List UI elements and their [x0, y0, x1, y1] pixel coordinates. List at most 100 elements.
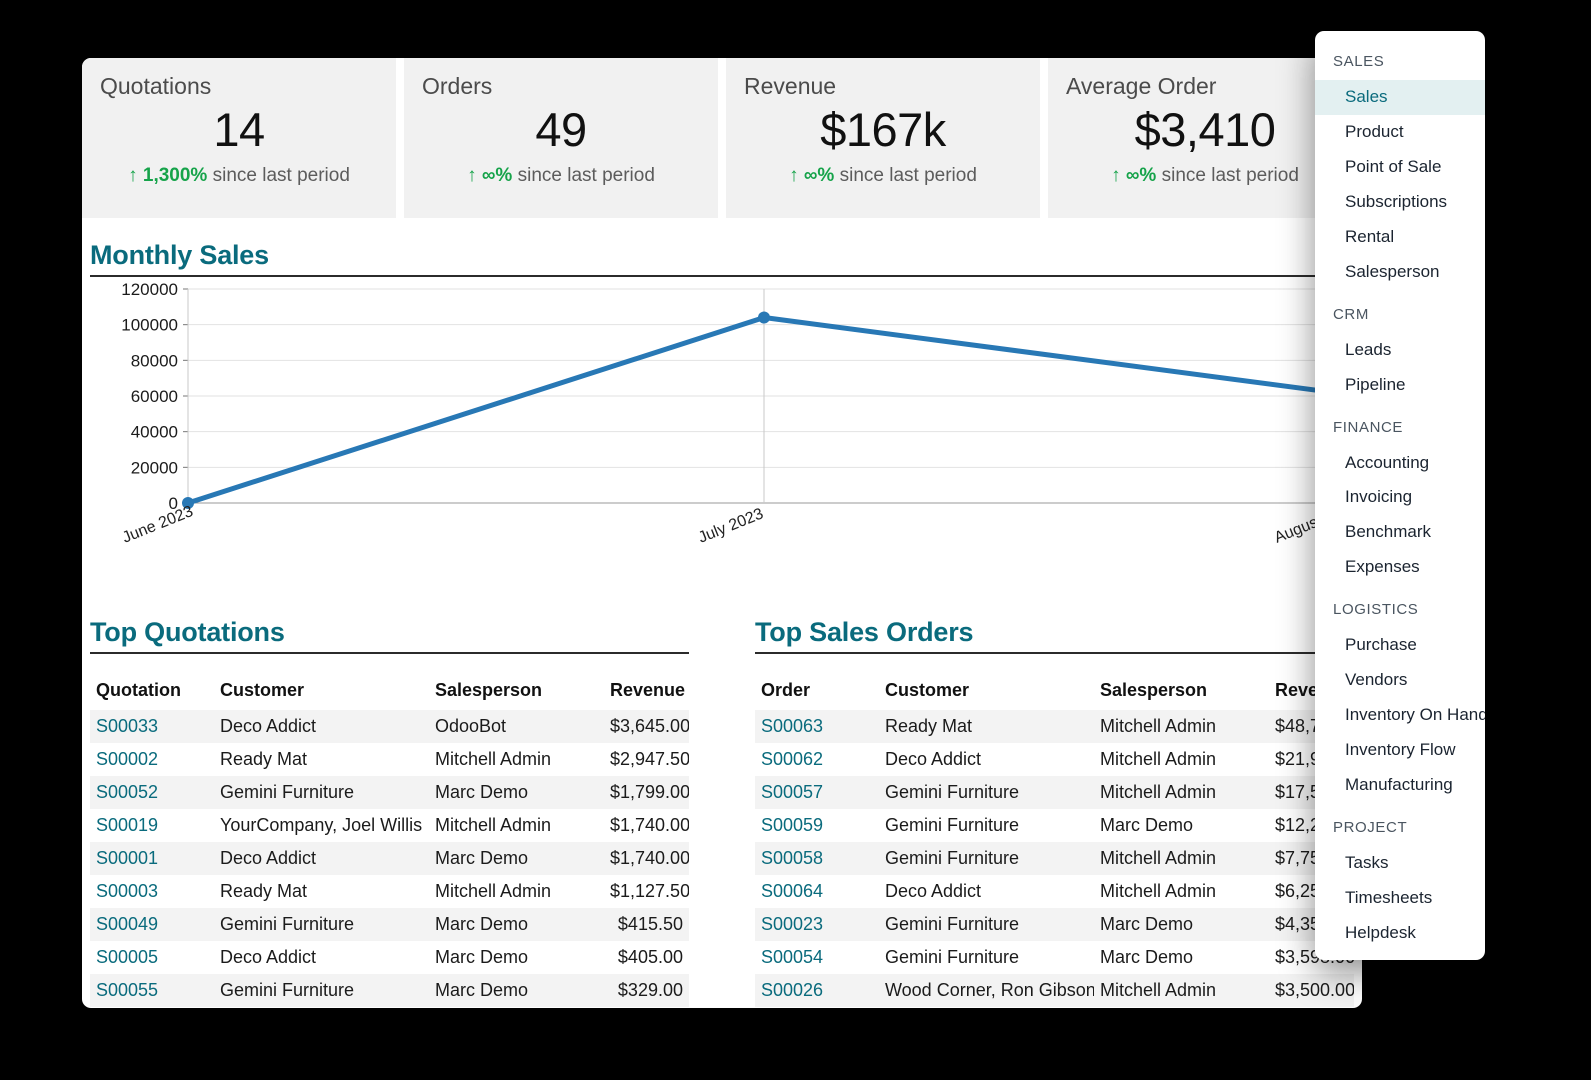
table-row[interactable]: S00063Ready MatMitchell Admin$48,700.00	[755, 710, 1354, 743]
table-cell: Ready Mat	[220, 749, 308, 769]
table-cell: $2,947.50	[1269, 1007, 1354, 1008]
table-cell: Mitchell Admin	[435, 881, 552, 901]
record-link[interactable]: S00055	[90, 974, 214, 1007]
record-link[interactable]: S00058	[755, 842, 879, 875]
kpi-value: $3,410	[1134, 103, 1276, 157]
table-row[interactable]: S00049 Gemini Furniture Marc Demo $415.50	[90, 908, 689, 941]
kpi-delta-percent: 1,300%	[142, 165, 208, 187]
nav-item-point-of-sale[interactable]: Point of Sale	[1315, 150, 1485, 185]
nav-item-invoicing[interactable]: Invoicing	[1315, 480, 1485, 515]
table-row[interactable]: S00020YourCompany, Joel WillisMitchell A…	[755, 1007, 1354, 1008]
dashboard-content: Quotations 14 ↑ 1,300% since last period Or…	[82, 58, 1362, 1008]
column-header: Revenue	[610, 680, 686, 700]
record-link[interactable]: S00003	[90, 875, 214, 908]
chart-y-tick-label: 120000	[121, 280, 178, 299]
kpi-card-orders[interactable]: Orders 49 ↑ ∞% since last period	[404, 58, 718, 218]
nav-item-leads[interactable]: Leads	[1315, 333, 1485, 368]
record-link[interactable]: S00063	[755, 710, 879, 743]
monthly-sales-chart[interactable]: 0 20000 40000 60000 80000 100000 120000	[90, 277, 1354, 527]
nav-item-tasks[interactable]: Tasks	[1315, 846, 1485, 881]
kpi-title: Orders	[422, 73, 493, 99]
nav-item-purchase[interactable]: Purchase	[1315, 628, 1485, 663]
record-link[interactable]: S00005	[90, 941, 214, 974]
table-cell: Deco Addict	[220, 848, 317, 868]
table-row[interactable]: S00058Gemini FurnitureMitchell Admin$7,7…	[755, 842, 1354, 875]
table-cell: $1,740.00	[610, 815, 689, 835]
nav-item-manufacturing[interactable]: Manufacturing	[1315, 768, 1485, 803]
record-link[interactable]: S00026	[755, 974, 879, 1007]
record-link[interactable]: S00056	[90, 1007, 214, 1008]
table-row[interactable]: S00064Deco AddictMitchell Admin$6,250.00	[755, 875, 1354, 908]
nav-item-rental[interactable]: Rental	[1315, 220, 1485, 255]
table-header-row: Quotation Customer Salesperson Revenue	[90, 676, 689, 710]
app-switcher-panel[interactable]: SALES Sales Product Point of Sale Subscripti…	[1315, 31, 1485, 960]
table-row[interactable]: S00005 Deco Addict Marc Demo $405.00	[90, 941, 689, 974]
record-link[interactable]: S00002	[90, 743, 214, 776]
table-row[interactable]: S00059Gemini FurnitureMarc Demo$12,250.0…	[755, 809, 1354, 842]
table-row[interactable]: S00002 Ready Mat Mitchell Admin $2,947.50	[90, 743, 689, 776]
table-cell: Marc Demo	[435, 782, 529, 802]
table-cell: $329.00	[617, 980, 683, 1000]
kpi-title: Revenue	[744, 73, 837, 99]
record-link[interactable]: S00057	[755, 776, 879, 809]
table-cell: Gemini Furniture	[885, 782, 1020, 802]
table-row[interactable]: S00056Gemini FurnitureMarc Demo$141.00	[90, 1007, 689, 1008]
nav-item-timesheets[interactable]: Timesheets	[1315, 881, 1485, 916]
record-link[interactable]: S00062	[755, 743, 879, 776]
nav-item-product[interactable]: Product	[1315, 115, 1485, 150]
kpi-delta: ↑ ∞% since last period	[422, 165, 700, 187]
nav-item-benchmark[interactable]: Benchmark	[1315, 515, 1485, 550]
record-link[interactable]: S00001	[90, 842, 214, 875]
table-cell: $141.00	[604, 1007, 689, 1008]
record-link[interactable]: S00064	[755, 875, 879, 908]
record-link[interactable]: S00033	[90, 710, 214, 743]
record-link[interactable]: S00023	[755, 908, 879, 941]
column-header: Salesperson	[1100, 680, 1208, 700]
table-cell: Marc Demo	[1100, 815, 1194, 835]
table-cell: Marc Demo	[435, 848, 529, 868]
top-sales-orders-panel: Top Sales Orders Order Customer Salesperso…	[755, 617, 1354, 1008]
kpi-card-quotations[interactable]: Quotations 14 ↑ 1,300% since last period	[82, 58, 396, 218]
record-link[interactable]: S00054	[755, 941, 879, 974]
table-cell: Marc Demo	[435, 947, 529, 967]
kpi-delta-percent: ∞%	[803, 165, 835, 187]
record-link[interactable]: S00049	[90, 908, 214, 941]
record-link[interactable]: S00019	[90, 809, 214, 842]
table-row[interactable]: S00023Gemini FurnitureMarc Demo$4,350.00	[755, 908, 1354, 941]
table-row[interactable]: S00057Gemini FurnitureMitchell Admin$17,…	[755, 776, 1354, 809]
nav-item-accounting[interactable]: Accounting	[1315, 446, 1485, 481]
table-cell: $3,645.00	[610, 716, 689, 736]
table-row[interactable]: S00052 Gemini Furniture Marc Demo $1,799.00	[90, 776, 689, 809]
nav-item-inventory-on-hand[interactable]: Inventory On Hand	[1315, 698, 1485, 733]
nav-item-inventory-flow[interactable]: Inventory Flow	[1315, 733, 1485, 768]
nav-item-expenses[interactable]: Expenses	[1315, 550, 1485, 585]
table-row[interactable]: S00026 Wood Corner, Ron Gibson Mitchell Ad…	[755, 974, 1354, 1007]
nav-item-sales[interactable]: Sales	[1315, 80, 1485, 115]
table-row[interactable]: S00003 Ready Mat Mitchell Admin $1,127.50	[90, 875, 689, 908]
record-link[interactable]: S00052	[90, 776, 214, 809]
record-link[interactable]: S00020	[755, 1007, 879, 1008]
table-row[interactable]: S00055 Gemini Furniture Marc Demo $329.00	[90, 974, 689, 1007]
table-row[interactable]: S00054 Gemini Furniture Marc Demo $3,598.00	[755, 941, 1354, 974]
table-row[interactable]: S00033 Deco Addict OdooBot $3,645.00	[90, 710, 689, 743]
table-row[interactable]: S00062Deco AddictMitchell Admin$21,900.0…	[755, 743, 1354, 776]
line-chart-svg: 020000400006000080000100000120000	[121, 280, 1346, 513]
kpi-card-revenue[interactable]: Revenue $167k ↑ ∞% since last period	[726, 58, 1040, 218]
table-row[interactable]: S00019 YourCompany, Joel Willis Mitchell A…	[90, 809, 689, 842]
chart-data-point[interactable]	[758, 311, 770, 324]
nav-item-helpdesk[interactable]: Helpdesk	[1315, 916, 1485, 951]
record-link[interactable]: S00059	[755, 809, 879, 842]
table-cell: $1,740.00	[610, 848, 689, 868]
chart-y-tick-label: 100000	[121, 316, 178, 335]
chart-block: Monthly Sales 0 20000 40000 60000 80000 10000…	[90, 240, 1362, 571]
table-cell: Mitchell Admin	[1100, 749, 1217, 769]
table-cell: Gemini Furniture	[885, 947, 1020, 967]
nav-item-subscriptions[interactable]: Subscriptions	[1315, 185, 1485, 220]
nav-item-vendors[interactable]: Vendors	[1315, 663, 1485, 698]
table-row[interactable]: S00001 Deco Addict Marc Demo $1,740.00	[90, 842, 689, 875]
chart-x-axis-labels: June 2023July 2023August 2023	[90, 497, 1362, 571]
nav-item-salesperson[interactable]: Salesperson	[1315, 255, 1485, 290]
table-cell: Deco Addict	[885, 749, 982, 769]
table-cell: OdooBot	[435, 716, 507, 736]
nav-item-pipeline[interactable]: Pipeline	[1315, 368, 1485, 403]
